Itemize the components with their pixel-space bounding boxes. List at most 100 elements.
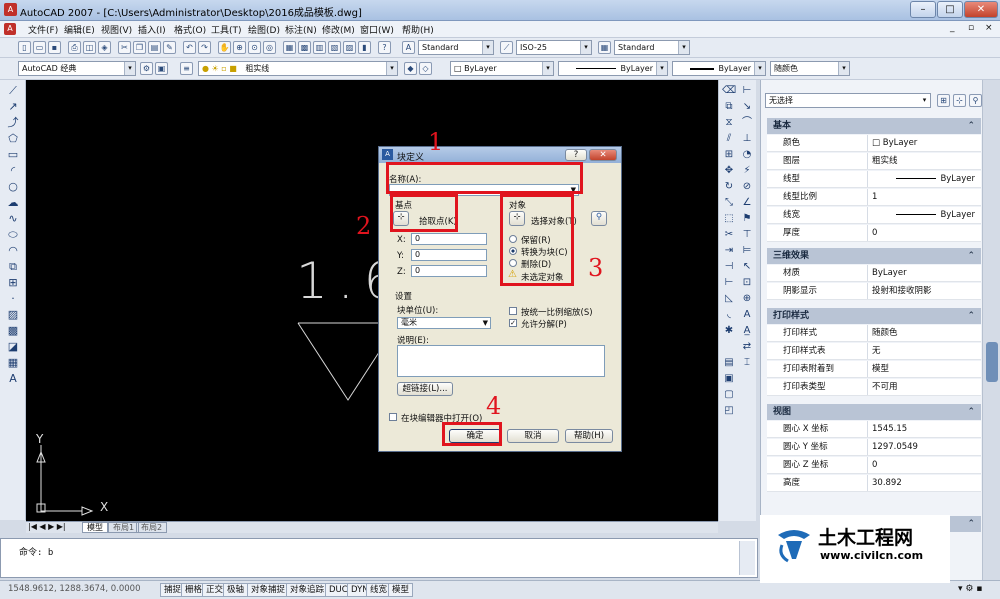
rotate-icon[interactable]: ↻ [722, 180, 736, 194]
description-textarea[interactable] [397, 345, 605, 377]
undo-icon[interactable]: ↶ [183, 41, 196, 54]
ellipse-icon[interactable]: ⬭ [6, 228, 20, 242]
menu-file[interactable]: 文件(F) [28, 23, 58, 36]
prop-row[interactable]: 线型比例 1 [767, 189, 981, 206]
quick-select-icon[interactable]: ⚲ [591, 211, 607, 226]
join-icon[interactable]: ⊢ [722, 276, 736, 290]
tab-nav-icons[interactable]: |◀ ◀ ▶ ▶| [28, 522, 66, 531]
open-in-editor-checkbox[interactable] [389, 413, 397, 421]
uniform-scale-checkbox[interactable] [509, 307, 517, 315]
rectangle-icon[interactable]: ▭ [6, 148, 20, 162]
calculator-icon[interactable]: ▮ [358, 41, 371, 54]
section-plot-style[interactable]: 打印样式 ⌃ [767, 308, 981, 324]
layer-manager-icon[interactable]: ≡ [180, 62, 193, 75]
save-icon[interactable]: ▪ [48, 41, 61, 54]
workspace-settings-icon[interactable]: ⚙ [140, 62, 153, 75]
text-style-select[interactable]: Standard ▾ [418, 40, 494, 55]
new-icon[interactable]: ▯ [18, 41, 31, 54]
menu-format[interactable]: 格式(O) [174, 23, 206, 36]
gradient-icon[interactable]: ▩ [6, 324, 20, 338]
prop-row[interactable]: 打印表附着到 模型 [767, 361, 981, 378]
preview-icon[interactable]: ◫ [83, 41, 96, 54]
jogged-icon[interactable]: ⚡ [740, 164, 754, 178]
lineweight-select[interactable]: ByLayer ▾ [672, 61, 766, 76]
tool-palettes-icon[interactable]: ▥ [313, 41, 326, 54]
workspace-save-icon[interactable]: ▣ [155, 62, 168, 75]
sheet-set-icon[interactable]: ▧ [328, 41, 341, 54]
command-line[interactable]: 命令: b [0, 538, 758, 578]
revision-cloud-icon[interactable]: ☁ [6, 196, 20, 210]
aligned-dim-icon[interactable]: ↘ [740, 100, 754, 114]
center-mark-icon[interactable]: ⊕ [740, 292, 754, 306]
prop-row[interactable]: 圆心 X 坐标 1545.15 [767, 421, 981, 438]
print-icon[interactable]: ⎙ [68, 41, 81, 54]
tolerance-icon[interactable]: ⊡ [740, 276, 754, 290]
break-icon[interactable]: ⊣ [722, 260, 736, 274]
autocad-menu-icon[interactable]: A [4, 23, 16, 35]
dim-style-icon[interactable]: ⟋ [500, 41, 513, 54]
dim-style-icon[interactable]: ⌶ [740, 356, 754, 370]
diameter-icon[interactable]: ⊘ [740, 180, 754, 194]
arc-icon[interactable]: ◜ [6, 164, 20, 178]
copy-icon[interactable]: ❐ [133, 41, 146, 54]
extend-icon[interactable]: ⇥ [722, 244, 736, 258]
ellipse-arc-icon[interactable]: ◠ [6, 244, 20, 258]
construction-line-icon[interactable]: ↗ [6, 100, 20, 114]
erase-icon[interactable]: ⌫ [722, 84, 736, 98]
region-icon[interactable]: ◪ [6, 340, 20, 354]
prop-row[interactable]: 打印样式 随颜色 [767, 325, 981, 342]
dialog-help-text-button[interactable]: 帮助(H) [565, 429, 613, 443]
make-current-layer-icon[interactable]: ◆ [404, 62, 417, 75]
dim-update-icon[interactable]: ⇄ [740, 340, 754, 354]
color-select[interactable]: □ ByLayer ▾ [450, 61, 554, 76]
menu-view[interactable]: 视图(V) [101, 23, 132, 36]
table-style-select[interactable]: Standard ▾ [614, 40, 690, 55]
layer-select[interactable]: ● ☀ ▫ ■ 粗实线 ▾ [198, 61, 398, 76]
hyperlink-button[interactable]: 超链接(L)... [397, 382, 453, 396]
model-toggle[interactable]: 模型 [388, 583, 414, 597]
redo-icon[interactable]: ↷ [198, 41, 211, 54]
dialog-close-button[interactable]: ✕ [589, 149, 617, 161]
bring-above-icon[interactable]: ◰ [722, 404, 736, 418]
stretch-icon[interactable]: ⬚ [722, 212, 736, 226]
mirror-icon[interactable]: ⧖ [722, 116, 736, 130]
dim-style-select[interactable]: ISO-25 ▾ [516, 40, 592, 55]
design-center-icon[interactable]: ▩ [298, 41, 311, 54]
selection-select[interactable]: 无选择 ▾ [765, 93, 931, 108]
select-objects-icon[interactable]: ⊹ [953, 94, 966, 107]
prop-row[interactable]: 线宽 ByLayer [767, 207, 981, 224]
copy-object-icon[interactable]: ⧉ [722, 100, 736, 114]
markup-icon[interactable]: ▨ [343, 41, 356, 54]
z-input[interactable]: 0 [411, 265, 487, 277]
tab-layout2[interactable]: 布局2 [136, 522, 168, 533]
command-scrollbar[interactable] [739, 541, 755, 575]
spline-icon[interactable]: ∿ [6, 212, 20, 226]
y-input[interactable]: 0 [411, 249, 487, 261]
tab-layout1[interactable]: 布局1 [108, 522, 140, 533]
prop-row[interactable]: 打印样式表无 [767, 343, 981, 360]
properties-icon[interactable]: ▦ [283, 41, 296, 54]
hatch-icon[interactable]: ▨ [6, 308, 20, 322]
zoom-realtime-icon[interactable]: ⊕ [233, 41, 246, 54]
dim-text-edit-icon[interactable]: A̲ [740, 324, 754, 338]
insert-block-icon[interactable]: ⧉ [6, 260, 20, 274]
doc-close-button[interactable]: × [985, 23, 993, 33]
arc-length-icon[interactable]: ⌒ [740, 116, 754, 130]
prop-row[interactable]: 打印表类型 不可用 [767, 379, 981, 396]
polar-toggle[interactable]: 极轴 [223, 583, 249, 597]
section-general[interactable]: 基本 ⌃ [767, 118, 981, 134]
baseline-icon[interactable]: ⊤ [740, 228, 754, 242]
otrack-toggle[interactable]: 对象追踪 [286, 583, 329, 597]
bring-front-icon[interactable]: ▣ [722, 372, 736, 386]
match-properties-icon[interactable]: ✎ [163, 41, 176, 54]
fillet-icon[interactable]: ◟ [722, 308, 736, 322]
circle-icon[interactable]: ○ [6, 180, 20, 194]
qleader-icon[interactable]: ↖ [740, 260, 754, 274]
zoom-window-icon[interactable]: ⊙ [248, 41, 261, 54]
send-back-icon[interactable]: ▢ [722, 388, 736, 402]
dialog-help-button[interactable]: ? [565, 149, 587, 161]
minimize-button[interactable]: – [910, 1, 936, 18]
menu-edit[interactable]: 编辑(E) [64, 23, 95, 36]
menu-modify[interactable]: 修改(M) [322, 23, 355, 36]
close-button[interactable]: ✕ [964, 1, 998, 18]
